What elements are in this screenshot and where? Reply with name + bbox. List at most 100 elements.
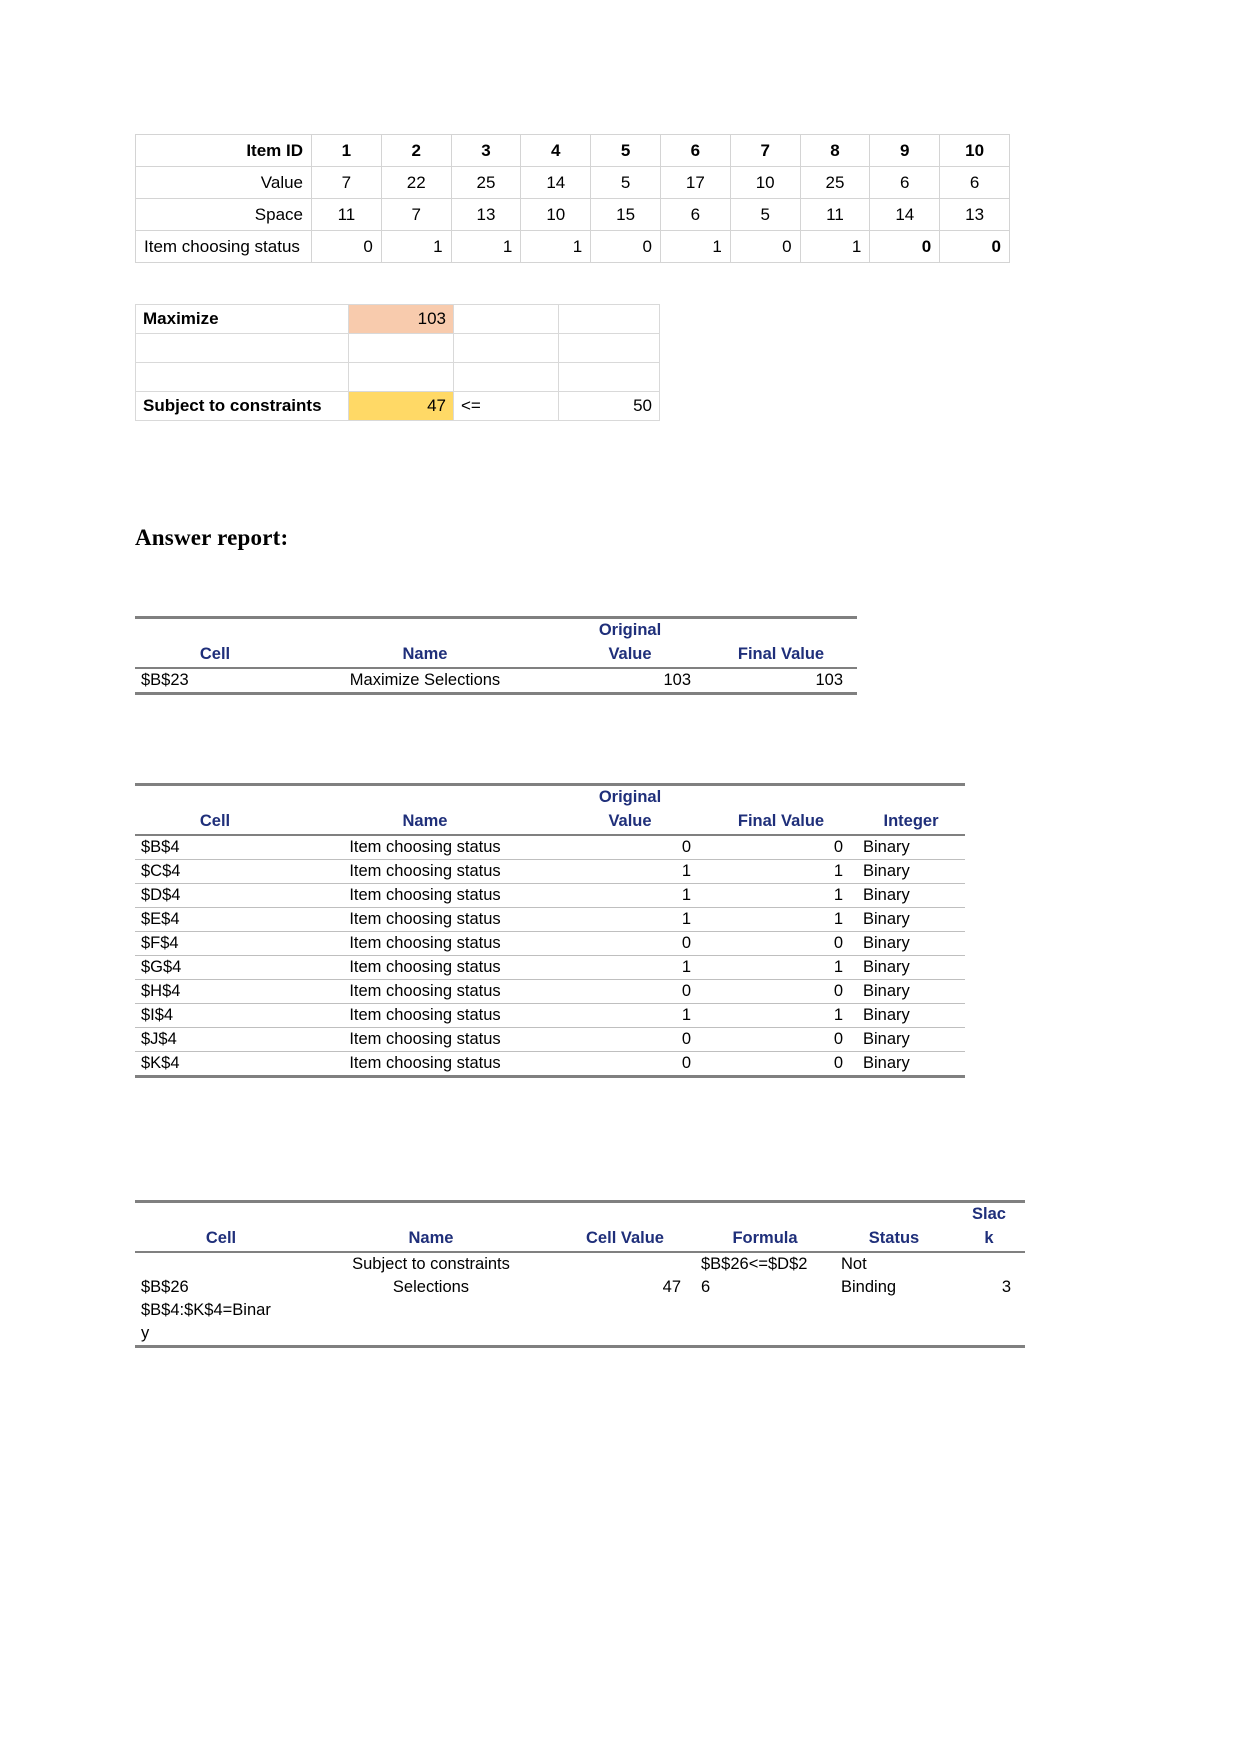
model-table: Maximize 103 Subject to constraints 47 <… — [135, 304, 660, 421]
cell-space-9: 14 — [869, 198, 941, 231]
constraint-row-3-cell: y — [135, 1321, 307, 1348]
objective-header-original-value-line2: Value — [555, 642, 705, 669]
constraints-header-slack-line2: k — [953, 1226, 1025, 1253]
cell-status-8: 1 — [799, 230, 871, 263]
variable-row-7-cell: $I$4 — [135, 1003, 295, 1028]
table-row: $E$4 Item choosing status 1 1 Binary — [135, 907, 965, 932]
cell-item-id-1: 1 — [311, 134, 382, 167]
table-row: y — [135, 1321, 1025, 1348]
constraint-operator: <= — [453, 391, 559, 421]
variable-row-8-final-value: 0 — [705, 1027, 857, 1052]
constraints-header-cell-value: Cell Value — [555, 1226, 695, 1253]
cell-space-1: 11 — [311, 198, 382, 231]
cell-space-6: 6 — [659, 198, 731, 231]
constraint-row-1-status: Binding — [841, 1277, 897, 1296]
constraint-row-3-status — [835, 1321, 953, 1348]
variable-row-2-original-value: 1 — [555, 883, 705, 908]
constraint-value: 47 — [348, 391, 454, 421]
table-row-space: Space 11 7 13 10 15 6 5 11 14 13 — [135, 198, 1010, 231]
variable-row-1-cell: $C$4 — [135, 859, 295, 884]
table-row: $B$23 Maximize Selections 103 103 — [135, 667, 857, 695]
variables-report-toprule: Original — [135, 782, 965, 810]
constraints-spacer-2 — [307, 1199, 555, 1227]
variable-row-8-integer: Binary — [857, 1027, 965, 1052]
table-row: $C$4 Item choosing status 1 1 Binary — [135, 859, 965, 884]
constraint-row-1-cell-value: 47 — [662, 1277, 681, 1296]
cell-item-id-5: 5 — [590, 134, 661, 167]
row-label-space: Space — [135, 198, 312, 231]
variable-row-7-name: Item choosing status — [295, 1003, 555, 1028]
variable-row-4-cell: $F$4 — [135, 931, 295, 956]
variable-row-0-integer: Binary — [857, 834, 965, 860]
constraints-header-name: Name — [307, 1226, 555, 1253]
variable-row-6-cell: $H$4 — [135, 979, 295, 1004]
items-table: Item ID 1 2 3 4 5 6 7 8 9 10 Value 7 22 … — [135, 134, 1010, 263]
blank-cell-c2 — [453, 362, 559, 392]
variable-row-5-name: Item choosing status — [295, 955, 555, 980]
constraint-row-3-slack — [953, 1321, 1025, 1348]
variable-row-7-original-value: 1 — [555, 1003, 705, 1028]
constraints-spacer-3 — [555, 1199, 695, 1227]
cell-status-10: 0 — [939, 230, 1010, 263]
cell-space-8: 11 — [799, 198, 871, 231]
cell-value-7: 10 — [729, 166, 801, 199]
table-row: $J$4 Item choosing status 0 0 Binary — [135, 1027, 965, 1052]
constraints-header-slack-line1: Slac — [953, 1199, 1025, 1227]
variable-row-1-name: Item choosing status — [295, 859, 555, 884]
variables-header-final-value: Final Value — [705, 809, 857, 836]
cell-value-1: 7 — [311, 166, 382, 199]
model-row-constraint: Subject to constraints 47 <= 50 — [135, 391, 660, 421]
objective-spacer-3 — [705, 615, 857, 643]
cell-status-3: 1 — [450, 230, 522, 263]
cell-value-8: 25 — [799, 166, 871, 199]
table-row: $H$4 Item choosing status 0 0 Binary — [135, 979, 965, 1004]
variable-row-0-original-value: 0 — [555, 834, 705, 860]
table-row: $I$4 Item choosing status 1 1 Binary — [135, 1003, 965, 1028]
constraints-report-header-row: Cell Name Cell Value Formula Status k — [135, 1226, 1025, 1253]
row-label-value: Value — [135, 166, 312, 199]
objective-row-name: Maximize Selections — [295, 667, 555, 695]
cell-value-6: 17 — [659, 166, 731, 199]
table-row: $B$4 Item choosing status 0 0 Binary — [135, 834, 965, 860]
variable-row-3-cell: $E$4 — [135, 907, 295, 932]
objective-spacer-1 — [135, 615, 295, 643]
constraint-row-3-formula — [695, 1321, 835, 1348]
objective-spacer-2 — [295, 615, 555, 643]
solver-model-block: Maximize 103 Subject to constraints 47 <… — [135, 304, 660, 421]
variables-header-original-value-line1: Original — [555, 782, 705, 810]
constraint-row-3-cell-value — [555, 1321, 695, 1348]
variable-row-6-original-value: 0 — [555, 979, 705, 1004]
blank-cell-a2 — [135, 362, 349, 392]
variables-header-integer: Integer — [857, 809, 965, 836]
cell-space-7: 5 — [729, 198, 801, 231]
table-row: Subject to constraints $B$26<=$D$2 Not — [135, 1252, 1025, 1276]
table-row: $G$4 Item choosing status 1 1 Binary — [135, 955, 965, 980]
objective-report-header-row: Cell Name Value Final Value — [135, 642, 857, 669]
variable-row-0-final-value: 0 — [705, 834, 857, 860]
blank-cell-c1 — [453, 333, 559, 363]
cell-value-4: 14 — [520, 166, 592, 199]
table-row: $B$4:$K$4=Binar — [135, 1299, 1025, 1322]
blank-cell-b2 — [348, 362, 454, 392]
variable-row-9-final-value: 0 — [705, 1051, 857, 1078]
cell-space-10: 13 — [939, 198, 1010, 231]
objective-header-final-value: Final Value — [705, 642, 857, 669]
constraints-spacer-4 — [695, 1199, 835, 1227]
variable-row-2-final-value: 1 — [705, 883, 857, 908]
constraints-spacer-5 — [835, 1199, 953, 1227]
table-row: $K$4 Item choosing status 0 0 Binary — [135, 1051, 965, 1078]
variable-row-3-name: Item choosing status — [295, 907, 555, 932]
table-row-item-choosing-status: Item choosing status 0 1 1 1 0 1 0 1 0 0 — [135, 230, 1010, 263]
variable-row-1-integer: Binary — [857, 859, 965, 884]
cell-status-6: 1 — [659, 230, 731, 263]
variable-row-4-original-value: 0 — [555, 931, 705, 956]
model-row-blank-1 — [135, 333, 660, 363]
cell-item-id-4: 4 — [520, 134, 592, 167]
blank-cell-a1 — [135, 333, 349, 363]
objective-row-cell: $B$23 — [135, 667, 295, 695]
constraint-row-0-slack — [953, 1252, 1025, 1276]
variables-header-cell: Cell — [135, 809, 295, 836]
variable-row-1-final-value: 1 — [705, 859, 857, 884]
cell-item-id-8: 8 — [799, 134, 871, 167]
table-row: $F$4 Item choosing status 0 0 Binary — [135, 931, 965, 956]
